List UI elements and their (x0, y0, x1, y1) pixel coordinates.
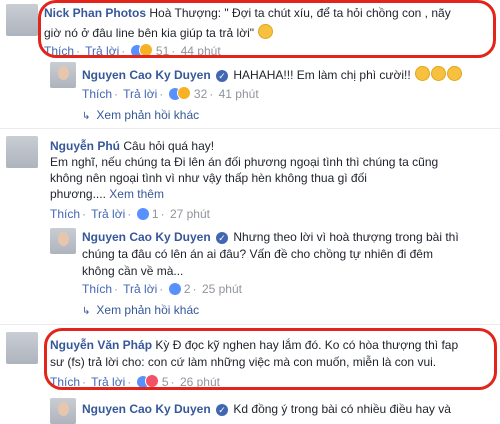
comment-text: Nhưng theo lời vì hoà thượng trong bài t… (233, 230, 459, 244)
timestamp[interactable]: 25 phút (202, 282, 242, 296)
like-link[interactable]: Thích (82, 282, 112, 296)
commenter-name[interactable]: Nguyen Cao Ky Duyen (82, 230, 211, 244)
avatar[interactable] (50, 62, 76, 88)
highlight-box (44, 328, 497, 390)
verified-badge-icon: ✓ (216, 231, 229, 244)
like-reaction-icon[interactable] (136, 208, 149, 220)
avatar[interactable] (6, 136, 38, 168)
timestamp[interactable]: 27 phút (170, 207, 210, 221)
comment-text: không nên ngoại tình vì như vậy thấp hèn… (50, 171, 367, 185)
view-more-replies[interactable]: ↳ Xem phản hồi khác (82, 108, 199, 122)
comment-text: Kd đồng ý trong bài có nhiều điều hay và (233, 402, 451, 416)
emoji-icon (447, 66, 463, 81)
avatar[interactable] (50, 398, 76, 424)
haha-reaction-icon[interactable] (176, 86, 191, 100)
avatar[interactable] (6, 4, 38, 36)
comment-line: phương.... Xem thêm (50, 187, 164, 201)
comment-line: Nguyễn Phú Câu hỏi quá hay! (50, 139, 214, 153)
divider (0, 128, 500, 129)
reaction-count[interactable]: 1 (152, 207, 159, 221)
comment-actions: Thích · Trả lời · 32 · 41 phút (82, 86, 259, 101)
comment-text: chúng ta đâu có lên án ai đâu? Vấn đề ch… (82, 247, 433, 261)
comment-actions: Thích · Trả lời · 1 · 27 phút (50, 207, 210, 221)
comment-text: phương.... (50, 187, 106, 201)
divider (0, 324, 500, 325)
like-link[interactable]: Thích (50, 207, 80, 221)
comment-text: không cần về mà... (82, 264, 184, 278)
reply-link[interactable]: Trả lời (123, 87, 157, 101)
comment-text: Em nghĩ, nếu chúng ta Đi lên án đối phươ… (50, 155, 439, 169)
reply-arrow-icon: ↳ (82, 111, 91, 122)
comment-text: HAHAHA!!! Em làm chị phì cười!! (233, 68, 411, 82)
emoji-icon (415, 66, 431, 81)
verified-badge-icon: ✓ (216, 403, 229, 416)
reply-link[interactable]: Trả lời (91, 207, 125, 221)
like-reaction-icon[interactable] (168, 283, 181, 295)
comment-line: không nên ngoại tình vì như vậy thấp hèn… (50, 171, 367, 185)
comment-text: Câu hỏi quá hay! (123, 139, 215, 153)
highlight-box (38, 0, 496, 58)
timestamp[interactable]: 41 phút (219, 87, 259, 101)
comment-actions: Thích · Trả lời · 2 · 25 phút (82, 282, 242, 296)
emoji-icon (431, 66, 447, 81)
commenter-name[interactable]: Nguyen Cao Ky Duyen (82, 68, 211, 82)
avatar[interactable] (50, 228, 76, 254)
reply-arrow-icon: ↳ (82, 306, 91, 317)
comment-line: Nguyen Cao Ky Duyen ✓ HAHAHA!!! Em làm c… (82, 66, 463, 82)
reaction-count[interactable]: 2 (184, 282, 191, 296)
see-more-link[interactable]: Xem thêm (109, 187, 164, 201)
reaction-count[interactable]: 32 (194, 87, 207, 101)
commenter-name[interactable]: Nguyen Cao Ky Duyen (82, 402, 211, 416)
comment-line: chúng ta đâu có lên án ai đâu? Vấn đề ch… (82, 247, 433, 261)
comment-line: Nguyen Cao Ky Duyen ✓ Kd đồng ý trong bà… (82, 402, 451, 416)
comment-line: Nguyen Cao Ky Duyen ✓ Nhưng theo lời vì … (82, 230, 459, 244)
comment-line: không cần về mà... (82, 264, 183, 278)
commenter-name[interactable]: Nguyễn Phú (50, 139, 120, 153)
reply-link[interactable]: Trả lời (123, 282, 157, 296)
comment-line: Em nghĩ, nếu chúng ta Đi lên án đối phươ… (50, 155, 438, 169)
verified-badge-icon: ✓ (216, 69, 229, 82)
like-link[interactable]: Thích (82, 87, 112, 101)
avatar[interactable] (6, 332, 38, 364)
view-more-replies[interactable]: ↳ Xem phản hồi khác (82, 303, 199, 317)
